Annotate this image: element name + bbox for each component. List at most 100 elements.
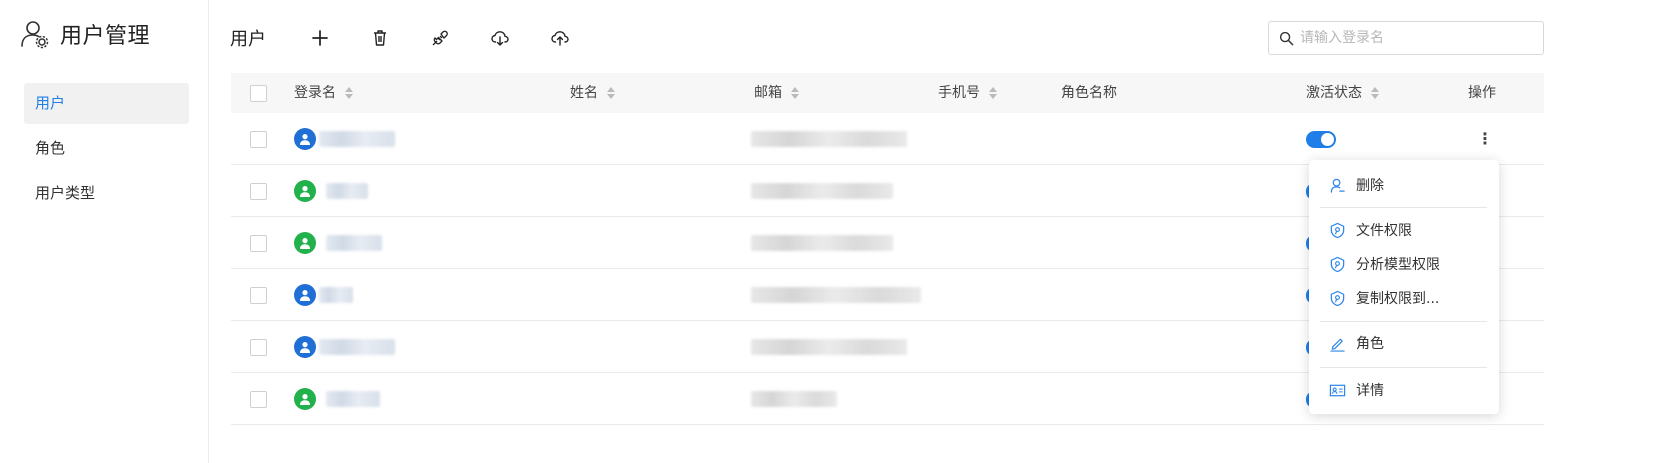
sidebar-item-user-types[interactable]: 用户类型 — [24, 173, 189, 214]
login-cell — [294, 217, 382, 269]
sidebar: 用户管理 用户 角色 用户类型 — [0, 0, 209, 463]
plus-icon — [312, 30, 328, 46]
id-card-icon — [1329, 384, 1346, 396]
login-cell — [294, 269, 353, 321]
link-button[interactable] — [410, 18, 470, 58]
menu-item-details[interactable]: 详情 — [1309, 375, 1499, 405]
sidebar-item-users[interactable]: 用户 — [24, 83, 189, 124]
row-checkbox[interactable] — [250, 338, 267, 356]
row-select-cell — [250, 321, 267, 373]
search-input[interactable] — [1300, 30, 1530, 46]
email-value — [751, 183, 893, 199]
email-value — [751, 391, 837, 407]
user-settings-icon — [21, 21, 49, 49]
login-name — [326, 391, 380, 407]
sidebar-item-label: 用户 — [35, 94, 66, 112]
actions-cell: ⋮ — [1477, 113, 1493, 165]
header-role: 角色名称 — [1061, 73, 1117, 113]
pencil-icon — [1330, 338, 1345, 352]
menu-item-label: 详情 — [1356, 383, 1384, 399]
table-row[interactable]: ⋮ — [231, 113, 1544, 165]
search-icon — [1279, 31, 1294, 45]
sidebar-item-label: 用户类型 — [35, 184, 96, 202]
row-select-cell — [250, 269, 267, 321]
menu-item-label: 删除 — [1356, 178, 1384, 194]
menu-item-delete[interactable]: 删除 — [1309, 170, 1499, 200]
brand: 用户管理 — [20, 18, 150, 50]
user-avatar-icon — [294, 336, 316, 358]
row-checkbox[interactable] — [250, 182, 267, 200]
email-cell — [751, 321, 907, 373]
sidebar-nav: 用户 角色 用户类型 — [24, 83, 189, 218]
email-value — [751, 131, 907, 147]
select-all-cell — [250, 73, 267, 113]
row-checkbox[interactable] — [250, 390, 267, 408]
user-avatar-icon — [294, 180, 316, 202]
login-name — [326, 235, 382, 251]
sort-icon[interactable] — [1371, 87, 1379, 99]
login-name — [319, 287, 353, 303]
user-remove-icon — [1330, 178, 1345, 193]
login-name — [326, 183, 368, 199]
user-avatar-icon — [294, 128, 316, 150]
sort-icon[interactable] — [989, 87, 997, 99]
add-button[interactable] — [290, 18, 350, 58]
row-checkbox[interactable] — [250, 286, 267, 304]
menu-item-model-permission[interactable]: 分析模型权限 — [1309, 249, 1499, 279]
upload-button[interactable] — [530, 18, 590, 58]
row-select-cell — [250, 373, 267, 425]
page-title: 用户 — [230, 29, 266, 50]
header-label: 手机号 — [938, 85, 980, 101]
row-action-menu: 删除 文件权限 分析模型权限 复制权限到... 角色 详情 — [1309, 160, 1499, 414]
login-name — [319, 339, 395, 355]
app-title: 用户管理 — [60, 24, 151, 49]
active-toggle[interactable] — [1306, 130, 1336, 148]
sidebar-item-roles[interactable]: 角色 — [24, 128, 189, 169]
delete-button[interactable] — [350, 18, 410, 58]
header-name[interactable]: 姓名 — [570, 73, 615, 113]
header-label: 姓名 — [570, 85, 598, 101]
select-all-checkbox[interactable] — [250, 84, 267, 102]
row-select-cell — [250, 217, 267, 269]
email-cell — [751, 217, 893, 269]
sidebar-item-label: 角色 — [35, 139, 66, 157]
menu-divider — [1320, 207, 1487, 208]
toolbar: 用户 — [230, 18, 590, 58]
menu-item-label: 角色 — [1356, 336, 1384, 352]
trash-icon — [374, 30, 386, 46]
menu-item-copy-permission[interactable]: 复制权限到... — [1309, 283, 1499, 313]
email-value — [751, 339, 907, 355]
menu-item-file-permission[interactable]: 文件权限 — [1309, 215, 1499, 245]
row-select-cell — [250, 165, 267, 217]
row-checkbox[interactable] — [250, 130, 267, 148]
header-phone[interactable]: 手机号 — [938, 73, 997, 113]
email-cell — [751, 373, 837, 425]
table-header: 登录名 姓名 邮箱 手机号 角色名称 激活状态 操作 — [231, 73, 1544, 113]
header-label: 登录名 — [294, 85, 336, 101]
download-button[interactable] — [470, 18, 530, 58]
sort-icon[interactable] — [345, 87, 353, 99]
sort-icon[interactable] — [791, 87, 799, 99]
user-avatar-icon — [294, 232, 316, 254]
login-cell — [294, 321, 395, 373]
header-status[interactable]: 激活状态 — [1306, 73, 1379, 113]
email-value — [751, 235, 893, 251]
menu-item-label: 分析模型权限 — [1356, 257, 1440, 273]
sort-icon[interactable] — [607, 87, 615, 99]
menu-item-label: 复制权限到... — [1356, 291, 1440, 307]
header-label: 角色名称 — [1061, 85, 1117, 101]
header-login[interactable]: 登录名 — [294, 73, 353, 113]
more-actions-icon[interactable]: ⋮ — [1477, 131, 1493, 147]
shield-key-icon — [1330, 290, 1345, 306]
menu-item-role[interactable]: 角色 — [1309, 328, 1499, 358]
header-email[interactable]: 邮箱 — [754, 73, 799, 113]
cloud-download-icon — [491, 31, 509, 46]
header-label: 激活状态 — [1306, 85, 1362, 101]
header-label: 操作 — [1468, 85, 1496, 101]
user-avatar-icon — [294, 284, 316, 306]
row-select-cell — [250, 113, 267, 165]
row-checkbox[interactable] — [250, 234, 267, 252]
menu-item-label: 文件权限 — [1356, 223, 1412, 239]
shield-key-icon — [1330, 222, 1345, 238]
user-avatar-icon — [294, 388, 316, 410]
